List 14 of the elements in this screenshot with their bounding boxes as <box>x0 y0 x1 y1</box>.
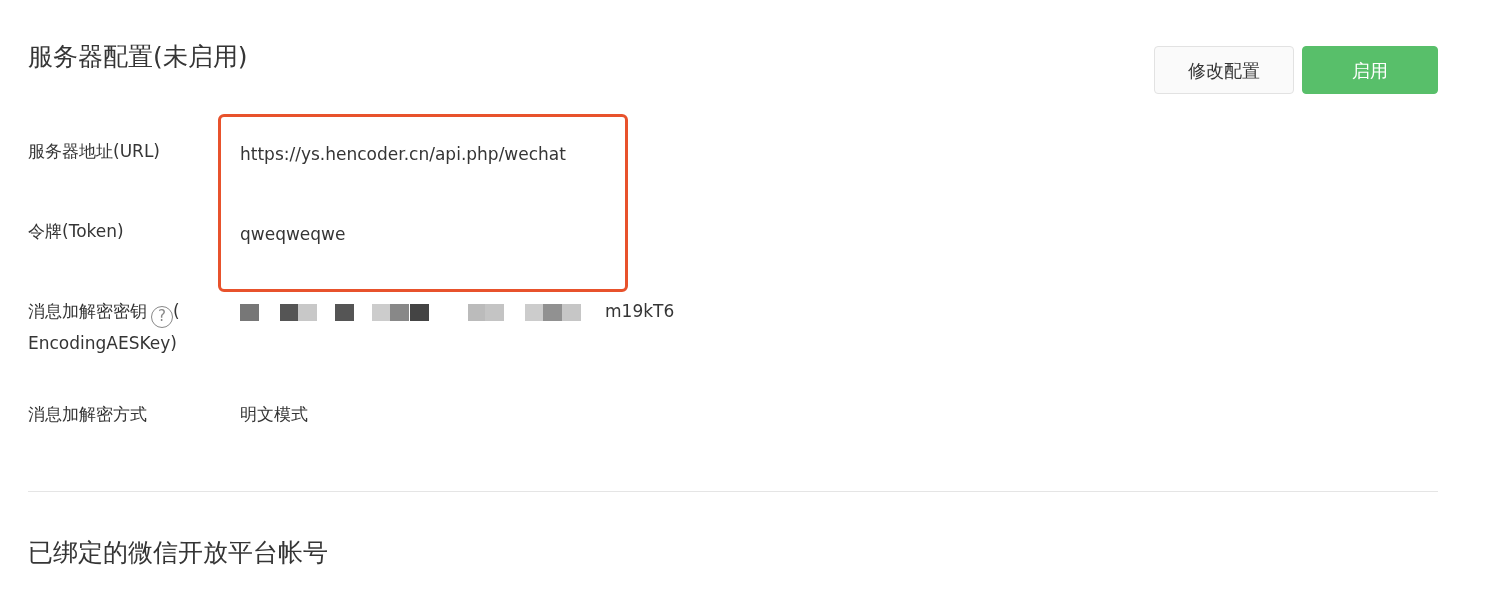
edit-config-button[interactable]: 修改配置 <box>1154 46 1294 94</box>
field-label: 消息加解密方式 <box>28 402 148 426</box>
field-label: 服务器地址(URL) <box>28 140 161 163</box>
field-value: qweqweqwe <box>240 223 346 246</box>
enable-button[interactable]: 启用 <box>1302 46 1438 94</box>
field-value: m19kT6 <box>605 300 675 323</box>
section-title: 已绑定的微信开放平台帐号 <box>28 536 329 569</box>
field-label: 消息加解密密钥 <box>28 301 147 321</box>
page-title: 服务器配置(未启用) <box>28 41 248 73</box>
field-value: 明文模式 <box>239 402 308 426</box>
field-label: 令牌(Token) <box>28 220 125 243</box>
field-value: https://ys.hencoder.cn/api.php/wechat <box>240 143 566 166</box>
field-label: EncodingAESKey) <box>28 331 178 355</box>
field-label: ( <box>173 301 180 321</box>
